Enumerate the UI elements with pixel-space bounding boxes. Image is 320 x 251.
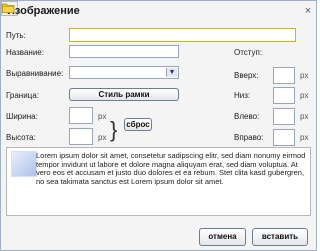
indent-right-label: Вправо: xyxy=(234,133,264,142)
link-brace-icon: } xyxy=(110,117,118,142)
indent-left-label: Влево: xyxy=(234,112,260,121)
border-label: Граница: xyxy=(6,91,39,100)
align-label: Выравнивание: xyxy=(6,69,64,78)
preview-pane: Lorem ipsum dolor sit amet, consetetur s… xyxy=(6,147,311,216)
indent-left-unit: px xyxy=(300,112,309,121)
indent-bottom-unit: px xyxy=(300,91,309,100)
preview-image xyxy=(11,151,37,177)
path-input[interactable] xyxy=(69,28,296,42)
indent-top-label: Вверх: xyxy=(234,71,259,80)
indent-title: Отступ: xyxy=(234,48,263,57)
insert-button[interactable]: вставить xyxy=(252,228,308,246)
height-input[interactable] xyxy=(69,128,93,145)
name-label: Название: xyxy=(6,48,44,57)
width-label: Ширина: xyxy=(6,112,38,121)
indent-bottom-input[interactable] xyxy=(273,87,295,104)
indent-left-input[interactable] xyxy=(273,108,295,125)
chevron-down-icon[interactable]: ▼ xyxy=(166,68,177,77)
height-label: Высота: xyxy=(6,133,36,142)
folder-icon xyxy=(2,3,15,13)
border-style-button[interactable]: Стиль рамки xyxy=(69,88,179,101)
path-label: Путь: xyxy=(6,31,26,40)
width-unit: px xyxy=(98,112,107,121)
height-unit: px xyxy=(98,133,107,142)
indent-top-input[interactable] xyxy=(273,67,295,84)
dialog-title: Изображение xyxy=(7,5,80,17)
indent-bottom-label: Низ: xyxy=(234,91,251,100)
close-icon[interactable]: × xyxy=(302,5,314,17)
image-dialog: Изображение × Путь: Название: Выравниван… xyxy=(0,0,317,251)
name-input[interactable] xyxy=(69,45,179,58)
align-select[interactable]: ▼ xyxy=(69,66,179,79)
width-input[interactable] xyxy=(69,107,93,124)
indent-top-unit: px xyxy=(300,71,309,80)
indent-right-unit: px xyxy=(300,133,309,142)
reset-button[interactable]: сброс xyxy=(124,118,152,131)
preview-text: Lorem ipsum dolor sit amet, consetetur s… xyxy=(36,151,306,186)
browse-button[interactable] xyxy=(1,1,18,16)
cancel-button[interactable]: отмена xyxy=(199,228,246,246)
indent-right-input[interactable] xyxy=(273,129,295,146)
